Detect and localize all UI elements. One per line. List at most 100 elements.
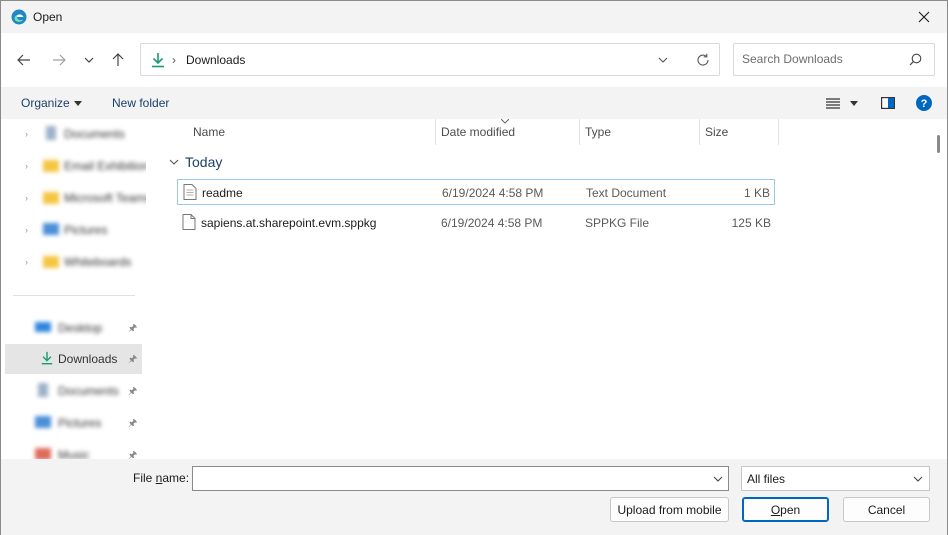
document-icon	[38, 383, 48, 397]
arrow-up-icon	[112, 53, 124, 66]
edge-icon	[11, 9, 27, 25]
close-button[interactable]	[901, 1, 947, 33]
chevron-right-icon[interactable]: ›	[25, 129, 28, 139]
folder-icon	[43, 192, 59, 204]
upload-from-mobile-button[interactable]: Upload from mobile	[610, 497, 729, 522]
file-date: 6/19/2024 4:58 PM	[442, 186, 544, 200]
chevron-down-icon	[169, 159, 179, 165]
file-row-readme[interactable]: readme 6/19/2024 4:58 PM Text Document 1…	[177, 179, 775, 205]
pin-icon: 🖈	[128, 450, 138, 459]
search-box[interactable]	[733, 43, 935, 76]
group-header-today[interactable]: Today	[169, 154, 222, 170]
open-button[interactable]: Open	[742, 497, 829, 522]
refresh-button[interactable]	[693, 50, 713, 70]
nav-item-microsoft-teams[interactable]: › Microsoft Teams	[1, 183, 146, 213]
chevron-down-icon[interactable]	[712, 473, 724, 485]
view-dropdown-button[interactable]	[848, 93, 860, 113]
file-type-filter-value: All files	[747, 472, 786, 486]
dialog-footer: File name: All files Upload from mobile …	[1, 459, 947, 535]
pictures-icon	[35, 416, 51, 428]
nav-item-pictures[interactable]: › Pictures	[1, 215, 142, 245]
nav-item-label: Email Exhibition	[64, 159, 146, 173]
file-row-sppkg[interactable]: sapiens.at.sharepoint.evm.sppkg 6/19/202…	[177, 210, 775, 236]
pictures-icon	[43, 223, 59, 235]
close-icon	[918, 11, 930, 23]
preview-pane-icon	[881, 97, 895, 109]
open-dialog: Open › Downloads Search Downloads Organi…	[0, 0, 948, 535]
column-header-name[interactable]: Name	[159, 119, 435, 145]
file-list-scrollbar[interactable]	[931, 119, 947, 459]
folder-icon	[43, 256, 59, 268]
help-icon: ?	[916, 95, 932, 111]
up-button[interactable]	[105, 47, 131, 73]
download-icon	[41, 351, 53, 365]
folder-icon	[43, 160, 59, 172]
navigation-pane: › Documents › Email Exhibition › Microso…	[1, 119, 146, 459]
chevron-right-icon[interactable]: ›	[25, 257, 28, 267]
nav-item-email-exhibition[interactable]: › Email Exhibition	[1, 151, 146, 181]
nav-item-label: Whiteboards	[64, 255, 132, 269]
group-label: Today	[185, 154, 223, 170]
document-icon	[46, 126, 56, 140]
nav-item-desktop[interactable]: Desktop 🖈	[1, 313, 142, 343]
column-header-type[interactable]: Type	[579, 119, 699, 145]
back-button[interactable]	[11, 47, 37, 73]
column-header-label: Type	[585, 125, 612, 139]
view-options-button[interactable]	[824, 93, 842, 113]
scrollbar-thumb[interactable]	[937, 135, 940, 153]
organize-menu[interactable]: Organize	[21, 96, 82, 110]
nav-item-downloads[interactable]: Downloads 🖈	[5, 344, 142, 374]
new-folder-label: New folder	[112, 96, 170, 110]
column-header-label: Size	[705, 125, 729, 139]
text-file-icon	[183, 184, 197, 200]
command-bar: Organize New folder ?	[1, 87, 947, 119]
file-list: Name Date modified Type Size Today readm…	[159, 119, 931, 459]
chevron-down-icon	[84, 57, 94, 63]
cancel-button[interactable]: Cancel	[843, 497, 930, 522]
new-folder-button[interactable]: New folder	[112, 96, 169, 110]
chevron-right-icon[interactable]: ›	[25, 161, 28, 171]
nav-item-music[interactable]: Music 🖈	[1, 440, 142, 459]
breadcrumb-location[interactable]: Downloads	[186, 53, 245, 67]
nav-item-pictures-quick[interactable]: Pictures 🖈	[1, 408, 142, 438]
nav-item-documents-quick[interactable]: Documents 🖈	[1, 376, 142, 406]
file-name: readme	[202, 186, 243, 200]
nav-item-documents[interactable]: › Documents	[1, 119, 142, 149]
file-name-field[interactable]	[197, 471, 697, 485]
recent-locations-button[interactable]	[76, 47, 102, 73]
pin-icon: 🖈	[128, 418, 138, 429]
search-input[interactable]	[742, 52, 902, 66]
refresh-icon	[697, 53, 709, 66]
nav-item-label: Documents	[58, 384, 119, 398]
search-icon	[909, 53, 922, 66]
file-date: 6/19/2024 4:58 PM	[441, 216, 543, 230]
forward-button[interactable]	[46, 47, 72, 73]
nav-item-whiteboards[interactable]: › Whiteboards	[1, 247, 142, 277]
address-bar[interactable]: › Downloads	[140, 43, 720, 76]
nav-item-label: Music	[58, 448, 90, 459]
chevron-right-icon[interactable]: ›	[25, 193, 28, 203]
title-bar: Open	[1, 1, 947, 33]
window-title: Open	[33, 10, 63, 24]
chevron-down-icon[interactable]	[657, 54, 669, 66]
nav-item-label: Pictures	[64, 223, 108, 237]
column-header-date[interactable]: Date modified	[435, 119, 579, 145]
upload-label: Upload from mobile	[617, 502, 722, 517]
details-view-icon	[826, 97, 840, 109]
column-divider[interactable]	[778, 119, 779, 145]
file-name-combobox[interactable]	[192, 466, 729, 491]
cancel-label: Cancel	[867, 502, 906, 517]
column-header-label: Date modified	[441, 125, 516, 139]
nav-divider	[13, 295, 135, 296]
preview-pane-button[interactable]	[878, 93, 898, 113]
pin-icon: 🖈	[128, 354, 138, 365]
help-button[interactable]: ?	[914, 93, 934, 113]
file-type-filter[interactable]: All files	[741, 466, 930, 491]
chevron-right-icon[interactable]: ›	[25, 225, 28, 235]
file-icon	[182, 214, 196, 230]
column-header-size[interactable]: Size	[699, 119, 779, 145]
content-area: › Documents › Email Exhibition › Microso…	[1, 119, 947, 459]
nav-item-label: Documents	[64, 127, 125, 141]
music-icon	[35, 448, 51, 459]
nav-item-label: Desktop	[58, 321, 103, 335]
